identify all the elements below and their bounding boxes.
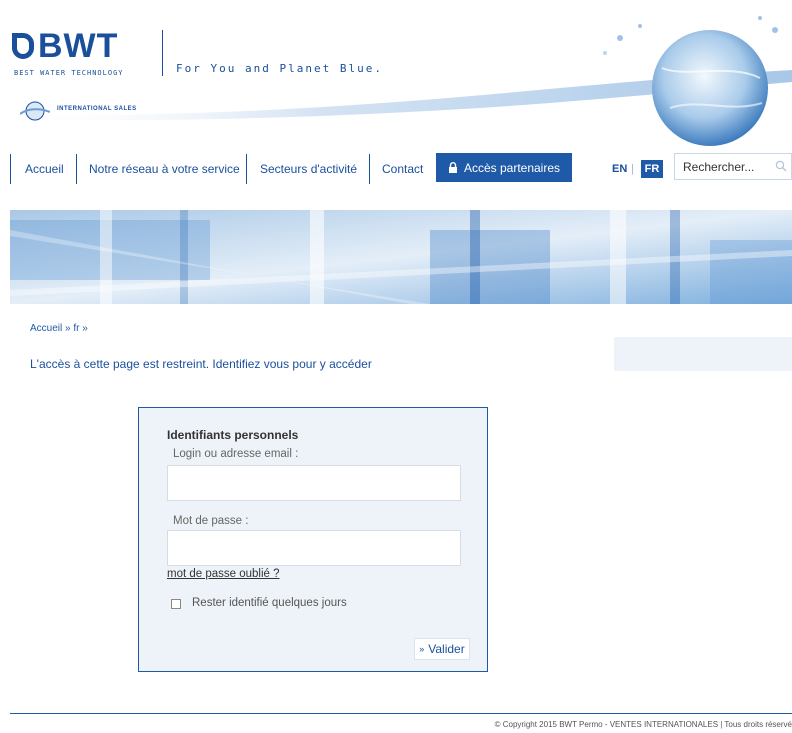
main-navigation: Accueil Notre réseau à votre service Sec…: [0, 148, 792, 188]
international-sales-globe-icon: [20, 101, 50, 121]
nav-separator: [76, 154, 77, 184]
international-sales-label: INTERNATIONAL SALES: [57, 106, 137, 112]
breadcrumb-current[interactable]: fr: [73, 323, 79, 334]
breadcrumb-separator: »: [65, 323, 71, 334]
nav-separator: [10, 154, 11, 184]
login-email-input[interactable]: [167, 465, 461, 501]
nav-item-reseau[interactable]: Notre réseau à votre service: [89, 158, 240, 180]
partners-access-label: Accès partenaires: [463, 160, 561, 175]
lock-icon: [448, 162, 457, 173]
breadcrumb: Accueil » fr »: [30, 323, 88, 334]
copyright-text: © Copyright 2015 BWT Permo - VENTES INTE…: [494, 720, 792, 729]
logo-subtitle: BEST WATER TECHNOLOGY: [14, 69, 124, 77]
water-globe-image: [603, 16, 778, 146]
search-box: [674, 153, 792, 180]
double-chevron-icon: »: [419, 644, 425, 654]
breadcrumb-separator: »: [82, 323, 88, 334]
search-input[interactable]: [675, 154, 791, 179]
password-label: Mot de passe :: [173, 515, 249, 527]
breadcrumb-home-link[interactable]: Accueil: [30, 323, 62, 334]
validate-button[interactable]: » Valider: [414, 638, 470, 660]
password-input[interactable]: [167, 530, 461, 566]
tagline: For You and Planet Blue.: [176, 62, 383, 75]
partners-access-button[interactable]: Accès partenaires: [436, 153, 572, 182]
logo-divider: [162, 30, 163, 76]
sidebar-panel: [614, 337, 792, 371]
bwt-logo[interactable]: BWT: [12, 27, 118, 66]
nav-separator: [369, 154, 370, 184]
footer-divider: [10, 713, 792, 714]
site-header: BWT BEST WATER TECHNOLOGY For You and Pl…: [0, 0, 792, 150]
forgot-password-link[interactable]: mot de passe oublié ?: [167, 568, 280, 580]
nav-item-contact[interactable]: Contact: [382, 158, 423, 180]
nav-item-accueil[interactable]: Accueil: [25, 158, 64, 180]
language-separator: |: [631, 163, 634, 175]
search-icon[interactable]: [775, 160, 787, 172]
water-banner-image: [10, 210, 792, 304]
language-fr-active[interactable]: FR: [641, 160, 663, 178]
login-form: Identifiants personnels Login ou adresse…: [138, 407, 488, 672]
remember-me-checkbox[interactable]: [171, 599, 181, 609]
login-label: Login ou adresse email :: [173, 448, 299, 460]
validate-button-label: Valider: [428, 642, 465, 656]
language-en-link[interactable]: EN: [612, 158, 627, 180]
restricted-access-message: L'accès à cette page est restreint. Iden…: [30, 357, 372, 371]
remember-me-label[interactable]: Rester identifié quelques jours: [192, 597, 347, 609]
nav-item-secteurs[interactable]: Secteurs d'activité: [260, 158, 357, 180]
login-title: Identifiants personnels: [167, 428, 299, 442]
nav-separator: [246, 154, 247, 184]
